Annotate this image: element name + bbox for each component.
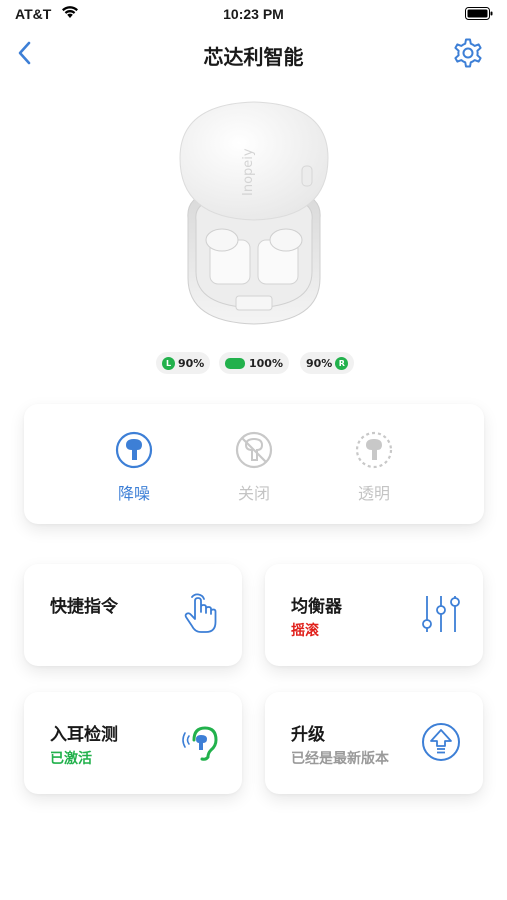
left-bud-battery-value: 90% (178, 356, 205, 370)
upgrade-arrow-icon (422, 723, 460, 761)
ear-detection-icon (182, 726, 218, 761)
clock: 10:23 PM (223, 6, 284, 22)
mode-noise-cancelling[interactable]: 降噪 (94, 430, 174, 504)
right-bud-battery: 90% R (300, 352, 355, 374)
touch-gesture-icon (184, 593, 217, 633)
case-battery-value: 100% (249, 356, 283, 370)
battery-icon (465, 7, 493, 20)
anc-off-icon (235, 431, 273, 469)
left-bud-tag: L (162, 356, 175, 370)
page-title: 芯达利智能 (203, 45, 304, 69)
shortcuts-tile[interactable]: 快捷指令 (24, 564, 242, 666)
equalizer-sliders-icon (422, 596, 460, 632)
battery-status-row: L 90% 100% 90% R (0, 352, 507, 374)
brand-watermark: Inopeiy (241, 148, 256, 196)
upgrade-status: 已经是最新版本 (291, 751, 389, 767)
right-bud-battery-value: 90% (306, 356, 333, 370)
navigation-bar: 芯达利智能 (0, 30, 507, 76)
mode-label-transparency: 透明 (357, 484, 390, 503)
equalizer-tile[interactable]: 均衡器 摇滚 (265, 564, 483, 666)
status-bar: AT&T 10:23 PM (0, 0, 507, 30)
mode-off[interactable]: 关闭 (214, 430, 294, 504)
mode-transparency[interactable]: 透明 (334, 430, 414, 504)
left-bud-battery: L 90% (156, 352, 211, 374)
ear-detection-title: 入耳检测 (50, 725, 118, 745)
ear-detection-tile[interactable]: 入耳检测 已激活 (24, 692, 242, 794)
noise-control-card: 降噪 关闭 透明 (24, 404, 484, 524)
right-bud-tag: R (335, 356, 349, 370)
mode-label-anc: 降噪 (117, 484, 150, 503)
upgrade-title: 升级 (291, 725, 325, 745)
equalizer-title: 均衡器 (291, 597, 342, 617)
case-battery: 100% (219, 352, 289, 374)
settings-gear-icon[interactable] (449, 35, 485, 71)
upgrade-tile[interactable]: 升级 已经是最新版本 (265, 692, 483, 794)
mode-label-off: 关闭 (237, 484, 270, 503)
case-battery-icon (225, 357, 245, 369)
equalizer-preset: 摇滚 (291, 623, 319, 639)
earbuds-case-image: Inopeiy (179, 101, 329, 325)
shortcuts-title: 快捷指令 (50, 597, 118, 617)
anc-icon (115, 431, 153, 469)
ear-detection-status: 已激活 (50, 751, 92, 767)
transparency-icon (355, 431, 393, 469)
